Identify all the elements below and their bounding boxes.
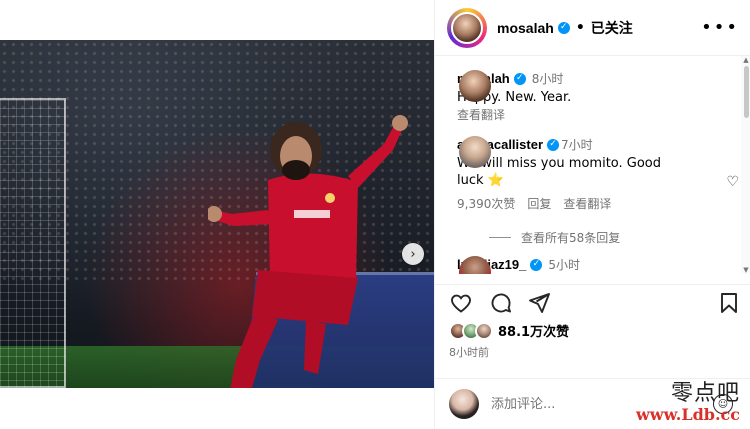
separator-dot: •	[575, 19, 585, 36]
like-heart-icon[interactable]	[449, 291, 473, 315]
translate-link[interactable]: 查看翻译	[457, 106, 505, 123]
view-replies-label: 查看所有58条回复	[521, 231, 621, 245]
scroll-up-icon[interactable]: ▲	[742, 56, 750, 64]
likers-avatars	[449, 321, 493, 340]
current-user-avatar	[449, 389, 479, 419]
watermark-url: www.Ldb.cc	[636, 405, 740, 424]
comment-likes[interactable]: 9,390次赞	[457, 195, 515, 212]
caption-avatar[interactable]	[459, 70, 491, 102]
comment-item: luisdiaz19_ ✓ 5小时	[447, 256, 739, 274]
author-story-ring[interactable]	[447, 7, 487, 48]
instagram-post-modal: › mosalah ✓ • 已关注 ••• mosalah ✓ 8小时	[0, 0, 750, 429]
verified-badge-icon: ✓	[557, 21, 570, 34]
scroll-down-icon[interactable]: ▼	[742, 266, 750, 274]
likes-summary[interactable]: 88.1万次赞	[449, 321, 569, 340]
author-avatar	[451, 11, 483, 44]
goal-net	[0, 98, 66, 388]
comments-list[interactable]: mosalah ✓ 8小时 Happy. New. Year. 查看翻译 ale…	[435, 56, 750, 274]
reply-button[interactable]: 回复	[527, 195, 551, 212]
chevron-right-icon: ›	[410, 246, 416, 262]
save-bookmark-icon[interactable]	[717, 291, 741, 315]
view-replies-toggle[interactable]: 查看所有58条回复	[489, 229, 620, 246]
post-header: mosalah ✓ • 已关注 •••	[435, 0, 750, 56]
translate-link[interactable]: 查看翻译	[563, 195, 611, 212]
carousel-next-button[interactable]: ›	[402, 243, 424, 265]
replies-dash	[489, 237, 511, 238]
posted-time[interactable]: 8小时前	[449, 344, 489, 360]
follow-status-button[interactable]: 已关注	[591, 18, 633, 38]
caption-text: Happy. New. Year.	[457, 90, 572, 105]
action-bar	[435, 284, 750, 318]
watermark-title: 零点吧	[670, 381, 740, 406]
scrollbar-thumb[interactable]	[744, 66, 749, 118]
more-options-icon[interactable]: •••	[701, 19, 739, 37]
commenter-avatar[interactable]	[459, 136, 491, 168]
verified-badge-icon: ✓	[530, 258, 543, 271]
comment-bubble-icon[interactable]	[489, 291, 513, 315]
comment-item: alemacallister ✓ 7小时 We will miss you mo…	[447, 136, 739, 212]
comment-input[interactable]	[491, 396, 641, 412]
post-image[interactable]: ›	[0, 40, 434, 388]
caption-time: 8小时	[531, 72, 564, 86]
share-send-icon[interactable]	[527, 291, 551, 315]
player-figure	[208, 115, 408, 388]
liker-avatar	[475, 321, 493, 340]
post-panel: mosalah ✓ • 已关注 ••• mosalah ✓ 8小时 Happy.…	[434, 0, 750, 429]
comment-time: 5小时	[548, 258, 581, 272]
comments-scrollbar[interactable]: ▲ ▼	[741, 56, 750, 274]
like-comment-heart-icon[interactable]: ♡	[726, 174, 739, 190]
comment-time: 7小时	[561, 138, 593, 152]
verified-badge-icon: ✓	[513, 72, 526, 85]
verified-badge-icon: ✓	[547, 138, 560, 151]
caption-item: mosalah ✓ 8小时 Happy. New. Year. 查看翻译	[447, 70, 739, 123]
author-username[interactable]: mosalah	[497, 20, 554, 36]
site-watermark: 零点吧 www.Ldb.cc	[636, 383, 740, 423]
likes-count[interactable]: 88.1万次赞	[498, 321, 569, 340]
